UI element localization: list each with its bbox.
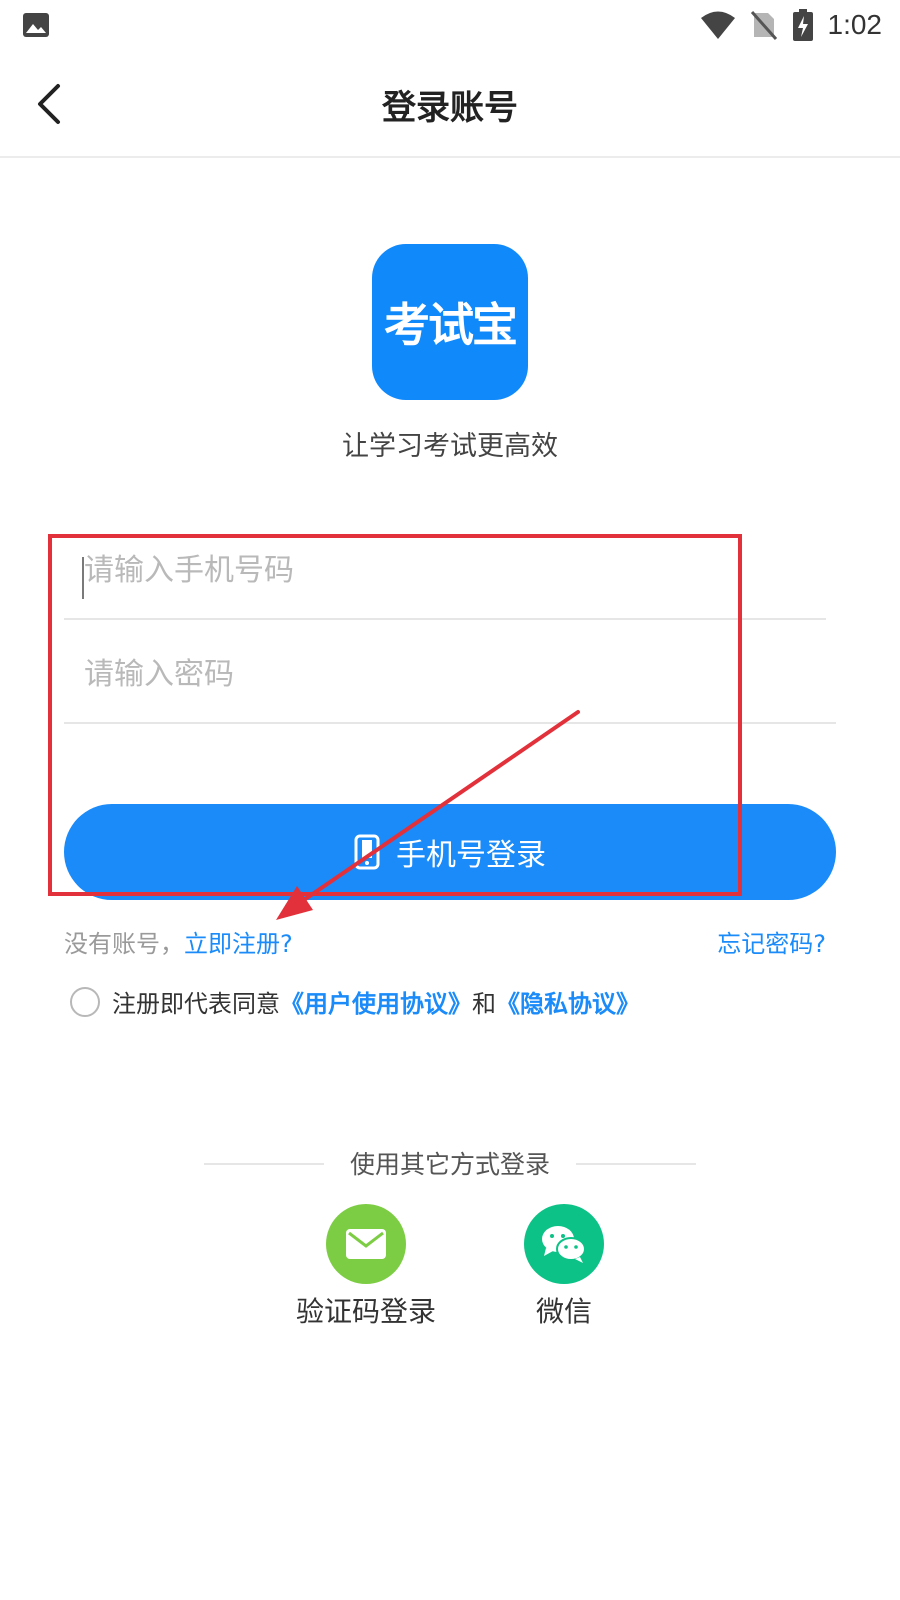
wechat-login-circle (524, 1204, 604, 1284)
divider-line-right (576, 1163, 696, 1165)
password-field (64, 644, 836, 724)
wifi-icon (700, 11, 735, 39)
register-link[interactable]: 立即注册? (184, 930, 293, 958)
agreement-prefix: 注册即代表同意 (112, 990, 280, 1018)
sms-login-label: 验证码登录 (295, 1295, 436, 1328)
phone-login-button[interactable]: 手机号登录 (64, 804, 836, 900)
annotation-arrow (276, 710, 580, 920)
gallery-icon (23, 13, 49, 37)
nav-bar: 登录账号 (0, 50, 900, 158)
phone-input[interactable] (64, 540, 826, 600)
phone-field (64, 540, 826, 620)
user-agreement-link[interactable]: 《用户使用协议》 (280, 984, 472, 1019)
agreement-row: 注册即代表同意 《用户使用协议》 和 《隐私协议》 (70, 984, 640, 1019)
status-icons: 1:02 (700, 6, 883, 44)
status-time: 1:02 (827, 9, 883, 40)
sms-code-login-button[interactable]: 验证码登录 (276, 1204, 456, 1330)
wechat-icon (542, 1226, 586, 1263)
agreement-checkbox[interactable] (70, 986, 100, 1017)
envelope-icon (346, 1229, 386, 1259)
status-bar: 1:02 (0, 0, 900, 50)
phone-login-label: 手机号登录 (396, 838, 546, 873)
sms-login-circle (326, 1204, 406, 1284)
forgot-password-link[interactable]: 忘记密码? (717, 924, 826, 959)
password-input[interactable] (64, 644, 836, 704)
wechat-login-label: 微信 (535, 1295, 592, 1328)
page-title: 登录账号 (382, 88, 518, 128)
no-account-text: 没有账号，立即注册? (64, 930, 293, 958)
agreement-and: 和 (472, 990, 496, 1018)
text-caret (82, 557, 84, 599)
privacy-policy-link[interactable]: 《隐私协议》 (496, 984, 640, 1019)
app-logo: 考试宝 (372, 244, 528, 400)
other-login-divider: 使用其它方式登录 (204, 1145, 696, 1185)
no-sim-icon (750, 11, 777, 40)
slogan: 让学习考试更高效 (342, 431, 558, 462)
wechat-login-button[interactable]: 微信 (474, 1204, 654, 1330)
app-logo-text: 考试宝 (384, 298, 518, 352)
battery-charging-icon (792, 9, 813, 41)
mobile-phone-icon (354, 834, 380, 870)
